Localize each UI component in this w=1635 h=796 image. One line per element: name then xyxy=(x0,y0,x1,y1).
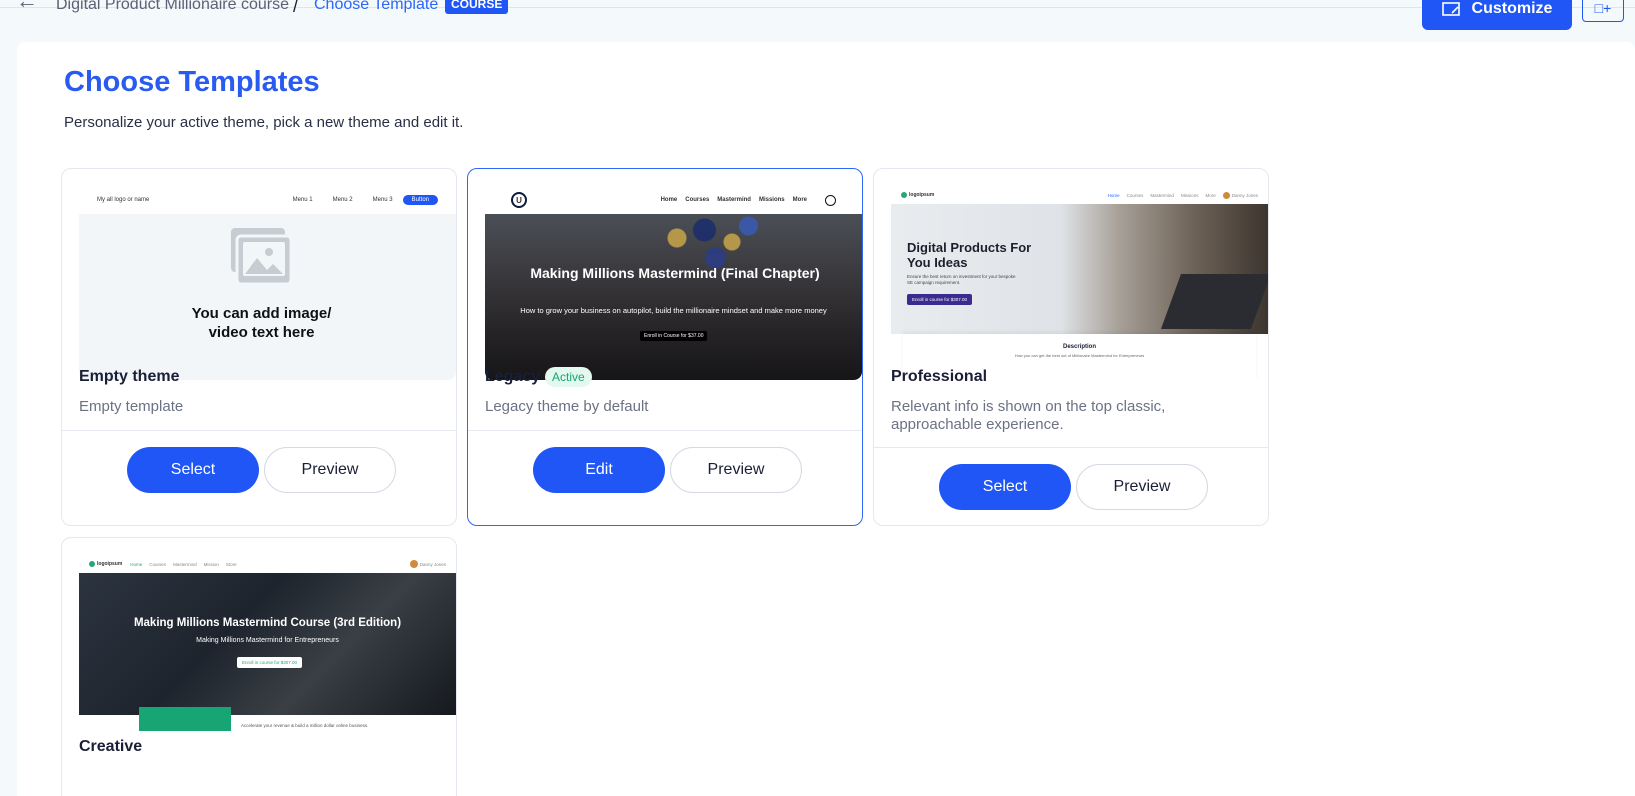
thumb-menu-1: Home xyxy=(660,197,678,203)
thumb-avatar xyxy=(409,560,418,568)
thumb-hero: Making Millions Mastermind Course (3rd E… xyxy=(79,573,456,715)
thumb-avatar xyxy=(1222,191,1230,199)
thumb-nav: logoipsum Home Courses Mastermind Missio… xyxy=(891,186,1268,204)
thumb-balloons xyxy=(655,214,765,294)
page-subtitle: Personalize your active theme, pick a ne… xyxy=(64,114,464,131)
thumb-menu-5: More xyxy=(792,197,807,203)
breadcrumb-course[interactable]: Digital Product Millionaire course xyxy=(56,0,289,14)
template-name: Professional xyxy=(891,368,988,385)
template-card-professional[interactable]: logoipsum Home Courses Mastermind Missio… xyxy=(873,168,1269,526)
select-button[interactable]: Select xyxy=(127,447,259,493)
thumb-menu-3: Menu 3 xyxy=(372,197,393,203)
course-badge: COURSE xyxy=(445,0,509,14)
template-thumbnail-creative: logoipsum Home Courses Mastermind Missio… xyxy=(79,555,456,747)
card-divider xyxy=(62,430,456,431)
page-title: Choose Templates xyxy=(64,66,320,98)
thumb-cta: Enroll in course for $307.00 xyxy=(907,294,973,305)
thumb-hero-title: Making Millions Mastermind (Final Chapte… xyxy=(530,265,820,281)
thumb-hero: Making Millions Mastermind (Final Chapte… xyxy=(485,214,862,380)
thumb-menu-4: Missions xyxy=(1180,192,1199,198)
thumb-menu-2: Courses xyxy=(149,561,167,567)
template-description: Legacy theme by default xyxy=(485,398,649,415)
thumb-menu-4: Missions xyxy=(758,197,785,203)
thumb-cta: Enroll in Course for $37.00 xyxy=(640,331,708,341)
thumb-menu-1: Menu 1 xyxy=(292,197,313,203)
customize-icon xyxy=(1441,2,1460,16)
thumb-logo-text: logoipsum xyxy=(909,192,935,198)
template-name: Empty theme xyxy=(79,368,180,385)
active-badge: Active xyxy=(545,367,592,387)
template-card-empty[interactable]: My all logo or name Menu 1 Menu 2 Menu 3… xyxy=(61,168,457,526)
thumb-menu-4: Mission xyxy=(203,561,219,567)
thumb-logo-icon: U xyxy=(511,192,527,208)
thumb-menu-5: Store xyxy=(225,561,237,567)
add-block-button[interactable]: □+ xyxy=(1582,0,1624,22)
thumb-menu-3: Mastermind xyxy=(1150,192,1174,198)
thumb-hero-subtitle: Ensure the best return on investment for… xyxy=(907,274,1016,285)
thumb-menu-2: Menu 2 xyxy=(332,197,353,203)
thumb-user-icon xyxy=(825,194,836,206)
preview-button[interactable]: Preview xyxy=(670,447,802,493)
template-description: Relevant info is shown on the top classi… xyxy=(891,398,1166,433)
thumb-menu-2: Courses xyxy=(685,197,710,203)
thumb-menu-1: Home xyxy=(1107,192,1120,198)
thumb-nav: U Home Courses Mastermind Missions More xyxy=(485,186,862,214)
thumb-nav: logoipsum Home Courses Mastermind Missio… xyxy=(79,555,456,573)
thumb-section-title: Description xyxy=(1062,344,1096,350)
template-name: Creative xyxy=(79,738,143,755)
preview-button[interactable]: Preview xyxy=(264,447,396,493)
template-description: Empty template xyxy=(79,398,184,415)
thumb-logo-icon xyxy=(901,192,907,198)
thumb-menu-3: Mastermind xyxy=(717,197,751,203)
thumb-logo-text: logoipsum xyxy=(97,561,123,567)
thumb-menu-5: More xyxy=(1205,192,1216,198)
thumb-logo-text: My all logo or name xyxy=(97,197,150,203)
template-thumbnail-legacy: U Home Courses Mastermind Missions More … xyxy=(485,186,862,380)
breadcrumb-current: Choose Template xyxy=(314,0,439,13)
customize-label: Customize xyxy=(1471,0,1553,17)
add-block-icon: □+ xyxy=(1594,0,1612,16)
thumb-hero-subtitle: How to grow your business on autopilot, … xyxy=(520,306,827,315)
thumb-hero: Digital Products For You Ideas Ensure th… xyxy=(891,204,1268,334)
template-card-creative[interactable]: logoipsum Home Courses Mastermind Missio… xyxy=(61,537,457,796)
thumb-laptop xyxy=(1160,274,1268,329)
customize-button[interactable]: Customize xyxy=(1422,0,1572,30)
template-thumbnail-professional: logoipsum Home Courses Mastermind Missio… xyxy=(891,186,1268,380)
thumb-green-block xyxy=(139,707,231,731)
thumb-footer-text: Accelerate your revenue & build a millio… xyxy=(241,723,369,728)
image-placeholder-icon xyxy=(231,228,293,286)
thumb-menu-3: Mastermind xyxy=(173,561,197,567)
template-thumbnail-empty: My all logo or name Menu 1 Menu 2 Menu 3… xyxy=(79,186,456,380)
thumb-placeholder-text: You can add image/ video text here xyxy=(191,305,332,341)
thumb-section-text: How you can get the best out of Milliona… xyxy=(1014,353,1145,358)
breadcrumb-separator: / xyxy=(293,0,299,16)
card-divider xyxy=(468,430,862,431)
thumb-user-name: Danny Jones xyxy=(1231,192,1258,198)
template-name: Legacy xyxy=(485,368,541,385)
thumb-nav: My all logo or name Menu 1 Menu 2 Menu 3… xyxy=(79,186,456,214)
template-card-legacy[interactable]: U Home Courses Mastermind Missions More … xyxy=(467,168,863,526)
select-button[interactable]: Select xyxy=(939,464,1071,510)
back-arrow-icon[interactable]: ← xyxy=(16,0,38,14)
thumb-hero-subtitle: Making Millions Mastermind for Entrepren… xyxy=(196,637,339,644)
edit-button[interactable]: Edit xyxy=(533,447,665,493)
thumb-logo-icon xyxy=(89,561,95,567)
card-divider xyxy=(874,447,1268,448)
thumb-user-name: Danny Jones xyxy=(419,561,446,567)
thumb-hero-title: Making Millions Mastermind Course (3rd E… xyxy=(133,617,402,629)
preview-button[interactable]: Preview xyxy=(1076,464,1208,510)
thumb-menu-2: Courses xyxy=(1126,192,1144,198)
thumb-cta: Button xyxy=(402,195,438,205)
thumb-hero-placeholder: You can add image/ video text here xyxy=(79,214,456,380)
thumb-cta: Enroll in course for $307.00 xyxy=(237,657,303,668)
thumb-menu-1: Home xyxy=(130,561,143,567)
thumb-hero-title: Digital Products For You Ideas xyxy=(907,240,1032,270)
